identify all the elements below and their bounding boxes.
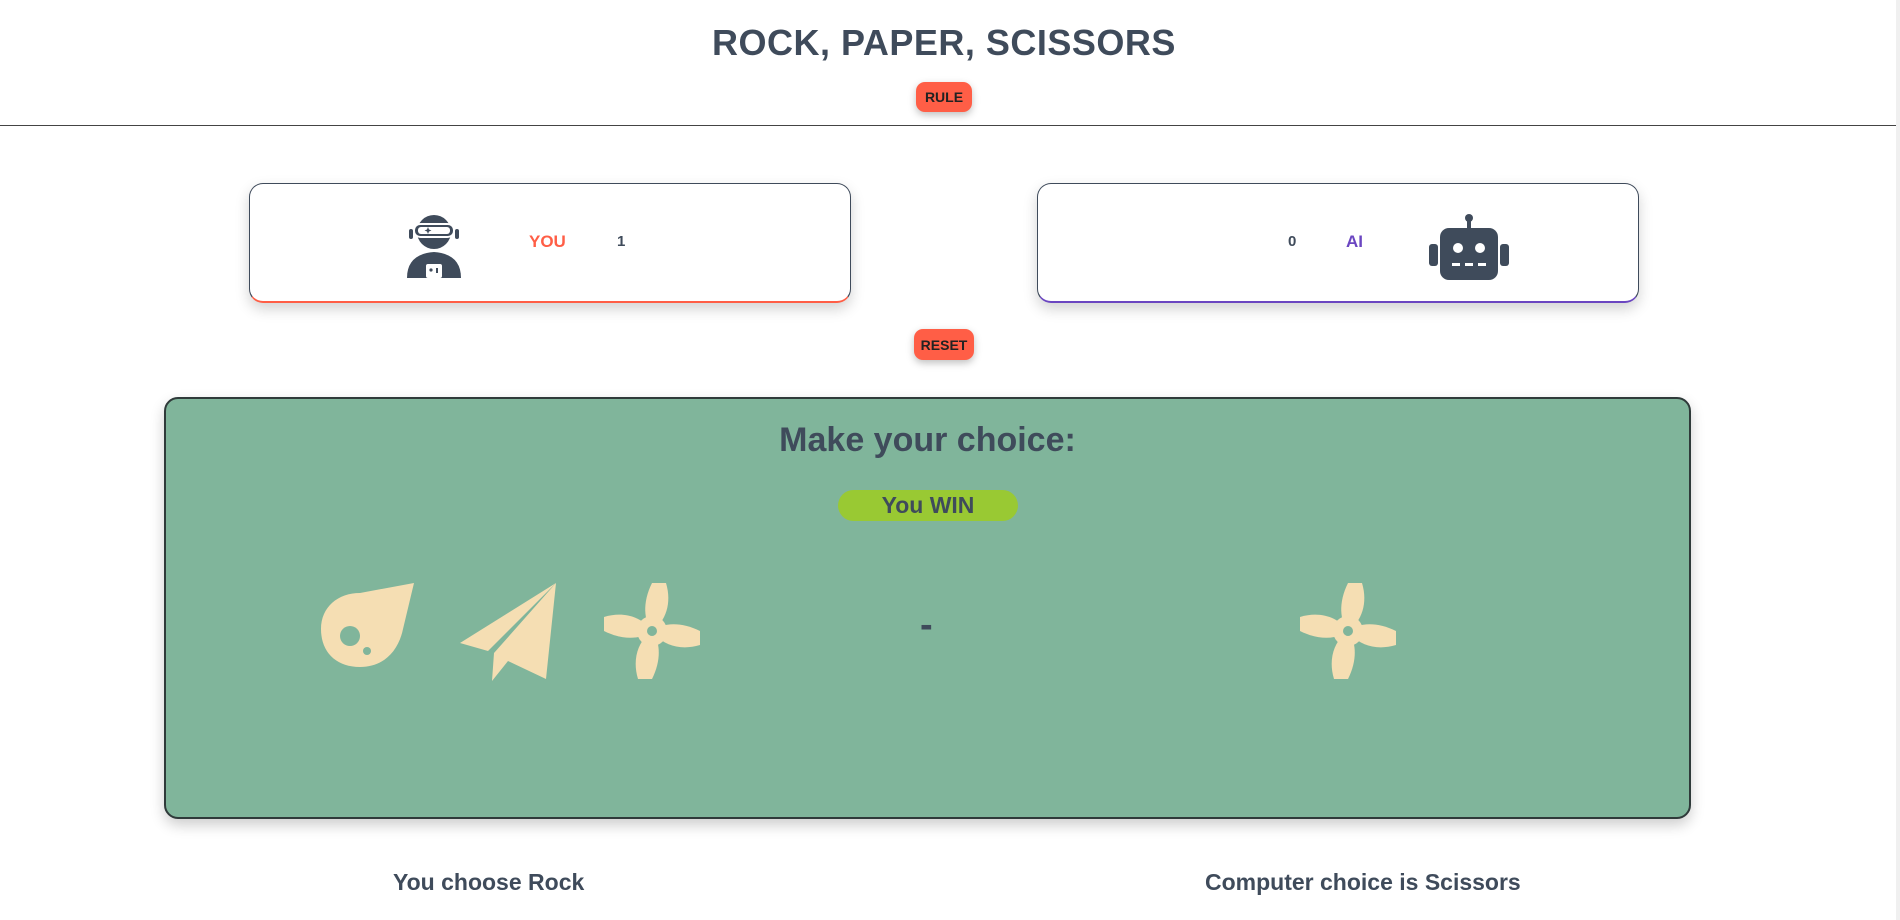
- you-label: YOU: [529, 232, 566, 251]
- pinwheel-icon[interactable]: [602, 581, 702, 681]
- scrollbar[interactable]: [1896, 0, 1900, 920]
- robot-icon: [1429, 214, 1509, 280]
- meteor-icon[interactable]: [316, 581, 416, 681]
- rule-button[interactable]: RULE: [916, 82, 972, 112]
- header: ROCK, PAPER, SCISSORS RULE: [0, 0, 1896, 126]
- page-title: ROCK, PAPER, SCISSORS: [712, 22, 1176, 63]
- reset-button[interactable]: RESET: [914, 329, 974, 360]
- player-score-card: YOU 1: [249, 183, 851, 303]
- game-board: Make your choice: You WIN -: [164, 397, 1691, 819]
- computer-choice-text: Computer choice is Scissors: [1205, 869, 1521, 895]
- ai-label: AI: [1346, 232, 1363, 251]
- you-score: 1: [617, 233, 626, 250]
- ai-score: 0: [1288, 233, 1297, 250]
- you-choice-text: You choose Rock: [393, 869, 585, 895]
- choice-prompt: Make your choice:: [779, 421, 1076, 459]
- computer-choice-pinwheel-icon: [1300, 583, 1396, 679]
- versus-separator: -: [920, 604, 933, 646]
- astronaut-icon: [407, 215, 461, 278]
- game-page: ROCK, PAPER, SCISSORS RULE YOU 1 0 AI RE…: [0, 0, 1900, 920]
- result-badge: You WIN: [838, 490, 1018, 521]
- ai-score-card: 0 AI: [1037, 183, 1639, 303]
- paper-plane-icon[interactable]: [458, 581, 558, 681]
